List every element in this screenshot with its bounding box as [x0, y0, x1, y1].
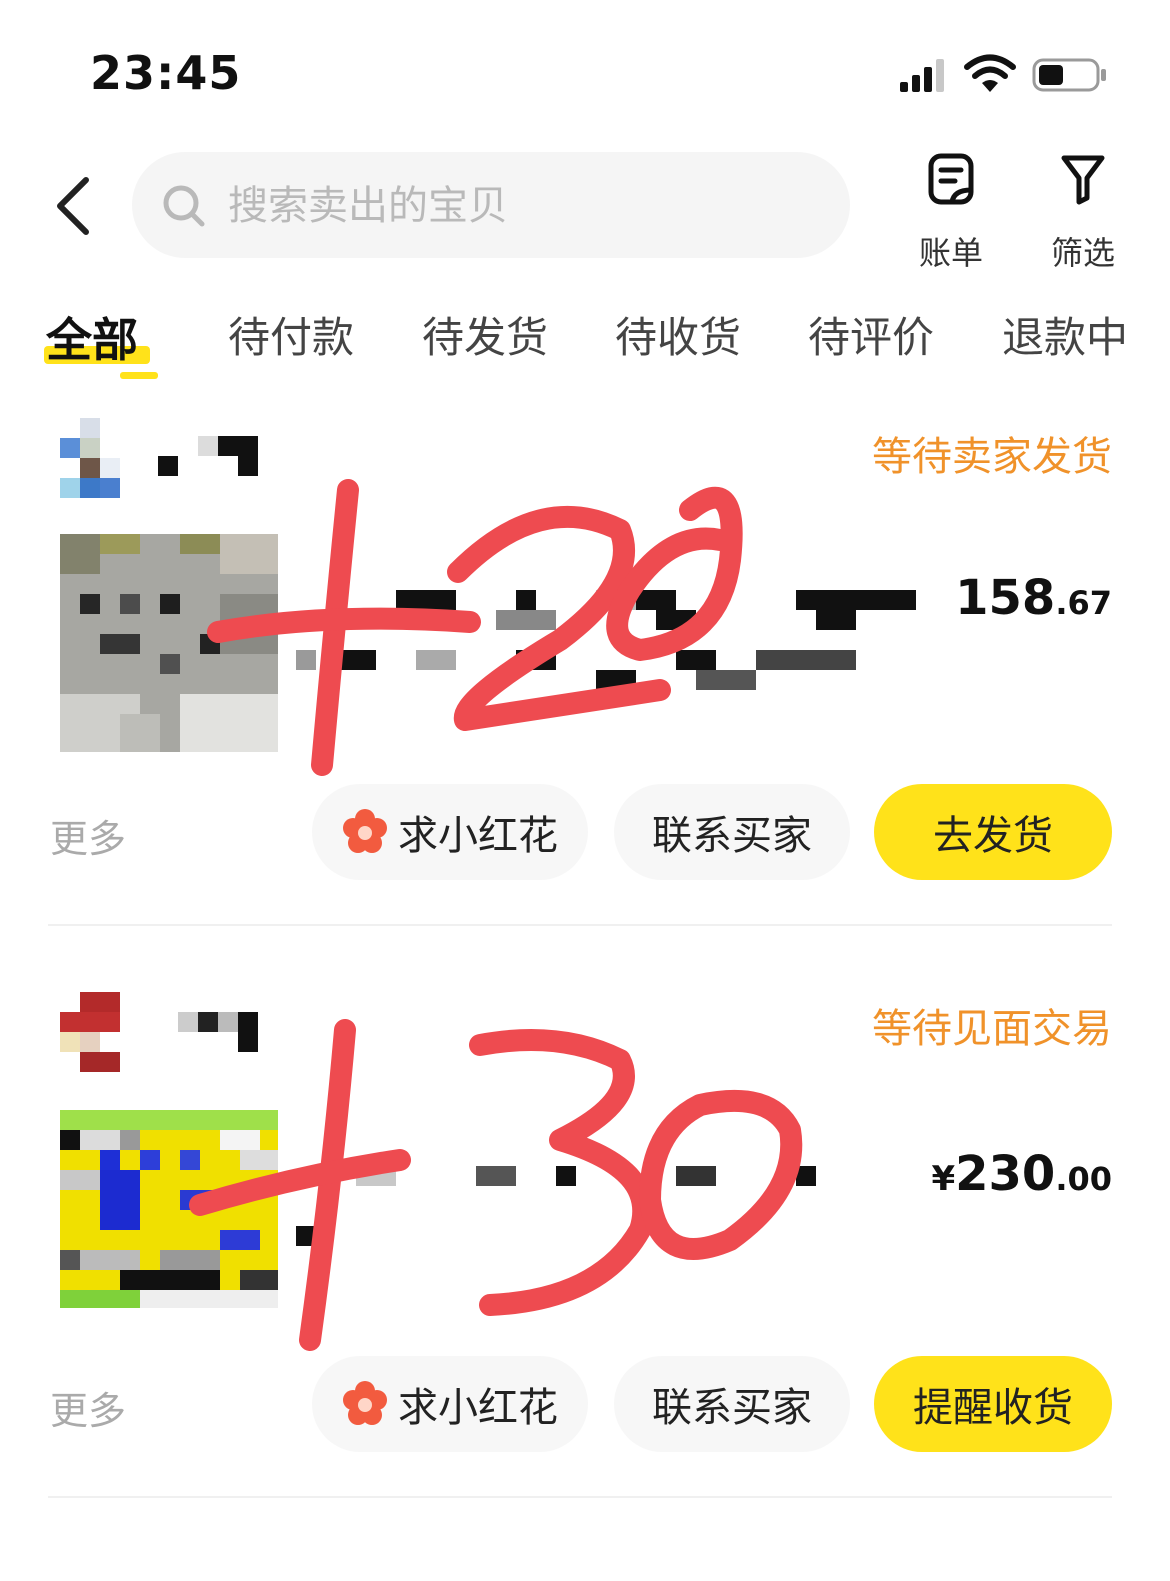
divider — [48, 1496, 1112, 1498]
order-price: ¥230.00 — [931, 1146, 1112, 1202]
battery-icon — [1032, 58, 1106, 92]
filter-button[interactable]: 筛选 — [1028, 150, 1138, 272]
request-flower-label: 求小红花 — [398, 1385, 558, 1431]
order-status: 等待卖家发货 — [872, 434, 1112, 480]
order-status: 等待见面交易 — [872, 1006, 1112, 1052]
buyer-avatar — [60, 418, 120, 498]
active-tab-underline-tail — [120, 372, 158, 379]
order-card[interactable]: 等待卖家发货 158.67 更多 求小红花 联系买家 去发货 — [0, 410, 1170, 930]
divider — [48, 924, 1112, 926]
price-decimal: .00 — [1055, 1160, 1112, 1198]
filter-label: 筛选 — [1050, 234, 1115, 272]
tab-pending-review[interactable]: 待评价 — [808, 304, 934, 365]
order-tabs: 全部 待付款 待发货 待收货 待评价 退款中 — [0, 290, 1170, 390]
flower-icon — [343, 809, 387, 853]
filter-icon — [1061, 155, 1105, 205]
request-flower-button[interactable]: 求小红花 — [312, 1356, 588, 1452]
request-flower-label: 求小红花 — [398, 813, 558, 859]
signal-icon — [900, 59, 944, 92]
status-bar: 23:45 — [0, 0, 1170, 140]
more-link[interactable]: 更多 — [50, 808, 126, 863]
buyer-name-blur — [158, 436, 258, 476]
status-time: 23:45 — [90, 46, 242, 100]
wifi-icon — [964, 54, 1016, 92]
product-thumbnail[interactable] — [60, 534, 278, 752]
tab-pending-payment[interactable]: 待付款 — [228, 304, 354, 365]
tab-refunding[interactable]: 退款中 — [1002, 304, 1128, 365]
buyer-name-blur — [178, 1012, 258, 1052]
search-icon — [163, 185, 205, 227]
tab-pending-shipment[interactable]: 待发货 — [422, 304, 548, 365]
order-price: 158.67 — [955, 570, 1112, 626]
price-currency: ¥ — [931, 1159, 956, 1199]
price-integer: 158 — [955, 570, 1056, 626]
remind-receipt-button[interactable]: 提醒收货 — [874, 1356, 1112, 1452]
bill-icon — [928, 153, 974, 205]
search-bar[interactable] — [132, 152, 850, 258]
more-link[interactable]: 更多 — [50, 1380, 126, 1435]
product-title-blur — [296, 590, 916, 690]
product-title-blur — [296, 1166, 816, 1246]
bill-button[interactable]: 账单 — [896, 150, 1006, 272]
flower-icon — [343, 1381, 387, 1425]
price-decimal: .67 — [1055, 584, 1112, 622]
bill-label: 账单 — [918, 234, 983, 272]
contact-buyer-button[interactable]: 联系买家 — [614, 784, 850, 880]
product-thumbnail[interactable] — [60, 1110, 278, 1308]
buyer-avatar — [60, 992, 120, 1072]
contact-buyer-button[interactable]: 联系买家 — [614, 1356, 850, 1452]
back-icon[interactable] — [50, 174, 100, 238]
search-input[interactable] — [226, 172, 790, 240]
request-flower-button[interactable]: 求小红花 — [312, 784, 588, 880]
tab-pending-receipt[interactable]: 待收货 — [615, 304, 741, 365]
ship-button[interactable]: 去发货 — [874, 784, 1112, 880]
price-integer: 230 — [955, 1146, 1056, 1202]
header: 账单 筛选 — [0, 140, 1170, 280]
order-card[interactable]: 等待见面交易 ¥230.00 更多 求小红花 联系买家 提醒收货 — [0, 980, 1170, 1500]
tab-all[interactable]: 全部 — [46, 304, 138, 370]
